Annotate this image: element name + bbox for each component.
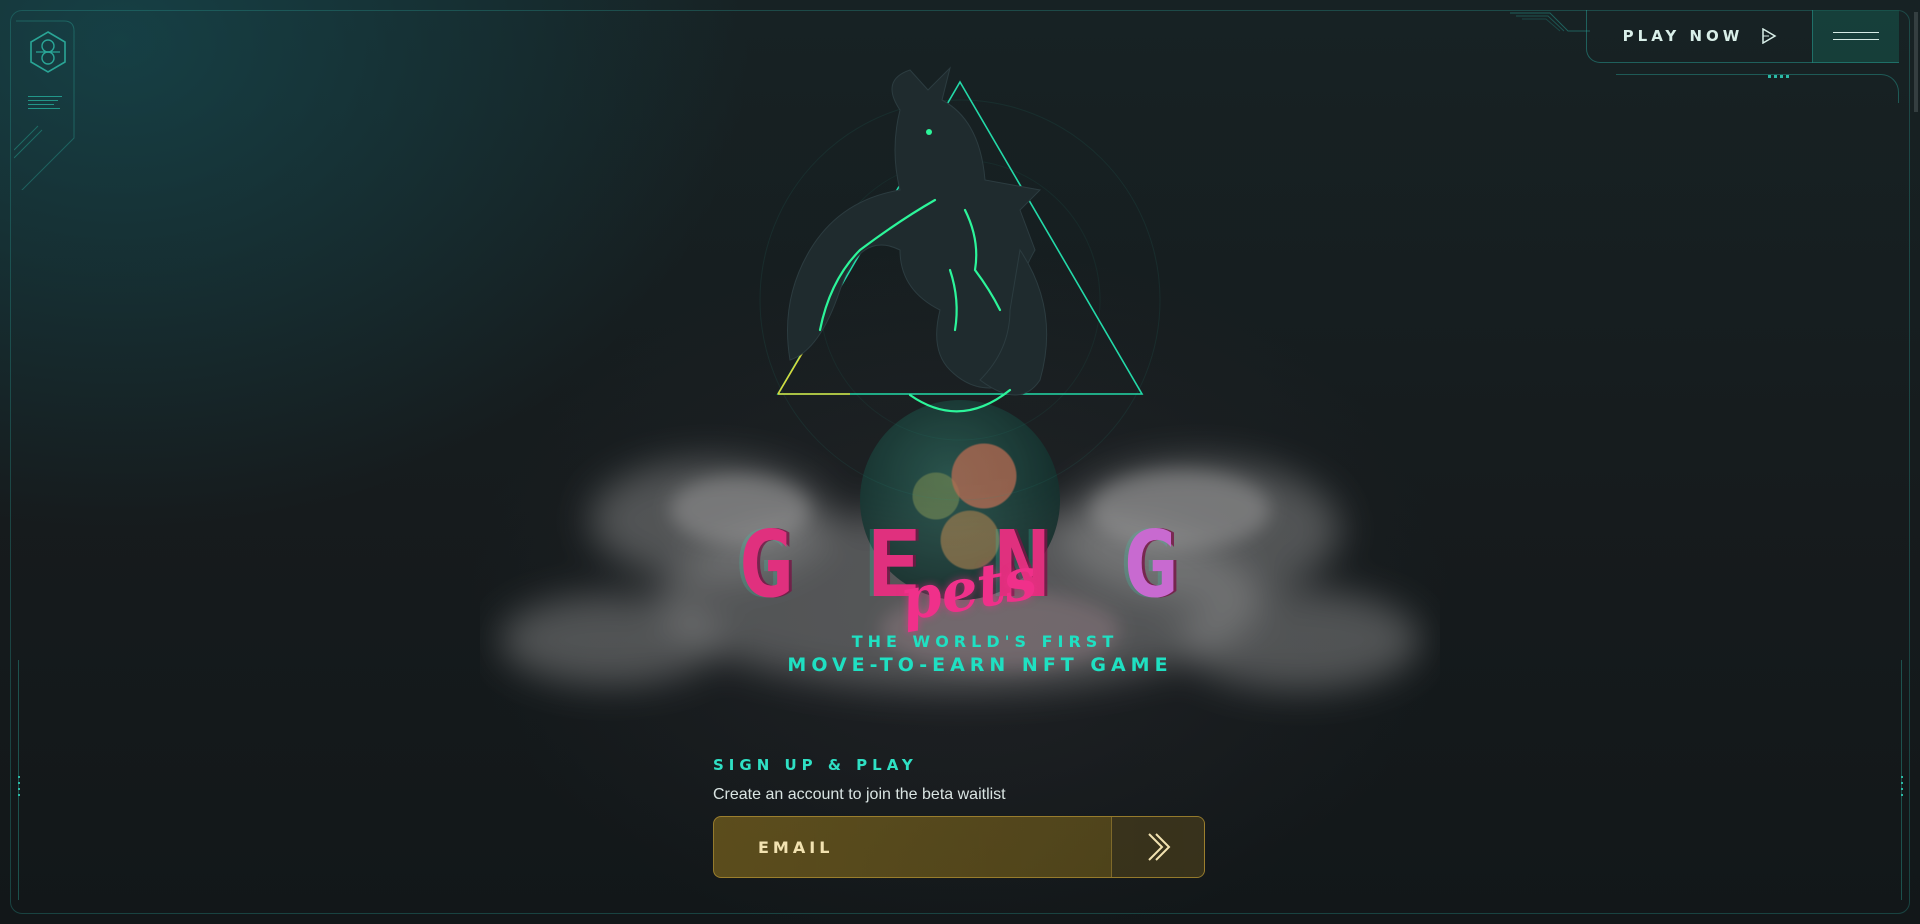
logo-panel	[14, 20, 76, 190]
email-form	[713, 816, 1205, 878]
header-dots-decoration	[1768, 75, 1789, 78]
signup-heading: SIGN UP & PLAY	[713, 756, 918, 774]
menu-button[interactable]	[1812, 10, 1899, 63]
play-now-button[interactable]: PLAY NOW	[1586, 10, 1813, 63]
landing-page: PLAY NOW G E N G pets THE WORLD'S FIRST …	[0, 0, 1920, 924]
logo-lines-decoration	[28, 96, 62, 109]
email-submit-button[interactable]	[1111, 817, 1204, 877]
header-frame-line	[1616, 74, 1899, 103]
hamburger-menu-icon	[1833, 32, 1879, 33]
signup-description: Create an account to join the beta waitl…	[713, 786, 1006, 803]
dragon-emblem-image	[759, 66, 1161, 501]
tagline-line-2: MOVE-TO-EARN NFT GAME	[787, 654, 1173, 676]
tagline-line-1: THE WORLD'S FIRST	[851, 632, 1119, 651]
hexagon-logo-icon[interactable]	[28, 30, 68, 74]
title-letter-4: G	[1122, 511, 1178, 618]
scrollbar[interactable]	[1914, 12, 1918, 112]
right-dots-decoration	[1901, 776, 1904, 796]
left-frame-decoration	[18, 660, 39, 900]
email-input[interactable]	[714, 817, 1110, 877]
double-chevron-right-icon	[1148, 833, 1171, 861]
title-letter-1: G	[738, 511, 794, 618]
right-frame-decoration	[1881, 660, 1902, 900]
left-dots-decoration	[18, 776, 21, 796]
header-slash-decoration	[1510, 12, 1590, 32]
header-actions: PLAY NOW	[1578, 10, 1908, 103]
hamburger-menu-icon-bar	[1833, 39, 1879, 40]
play-now-label: PLAY NOW	[1622, 27, 1744, 45]
play-triangle-icon	[1762, 28, 1777, 44]
